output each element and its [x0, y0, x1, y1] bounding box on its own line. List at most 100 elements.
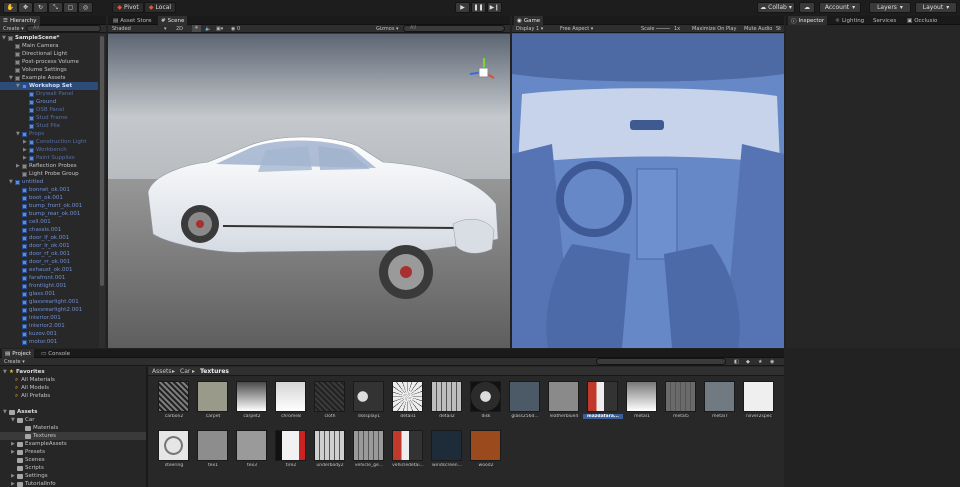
maximize-on-play-toggle[interactable]: Maximize On Play [692, 26, 736, 32]
tab-inspector[interactable]: ⓘ Inspector [788, 16, 828, 25]
tab-game[interactable]: ◉ Game [514, 16, 544, 25]
texture-thumbnail[interactable] [431, 430, 462, 461]
layout-dropdown[interactable]: Layout ▾ [915, 2, 957, 13]
tab-lighting[interactable]: ☼ Lighting [832, 16, 867, 25]
hierarchy-item[interactable]: motor.001 [0, 338, 98, 346]
texture-thumbnail[interactable] [353, 381, 384, 412]
shading-dropdown[interactable]: Shaded [112, 26, 131, 32]
breadcrumb-textures[interactable]: Textures [200, 368, 229, 375]
hierarchy-item[interactable]: door_lr_ok.001 [0, 242, 98, 250]
collab-dropdown[interactable]: ☁ Collab ▾ [757, 2, 795, 13]
hierarchy-item[interactable]: bump_rear_ok.001 [0, 210, 98, 218]
tab-scene[interactable]: # Scene [158, 16, 188, 25]
2d-toggle[interactable]: 2D [176, 26, 183, 32]
folder-item[interactable]: ▼ Car [0, 416, 146, 424]
hierarchy-search-input[interactable]: All [26, 25, 101, 32]
lighting-toggle-icon[interactable]: ☀ [192, 25, 201, 32]
rect-tool-button[interactable]: ▢ [63, 2, 78, 13]
favorite-item[interactable]: ⌕ All Materials [0, 376, 146, 384]
texture-thumbnail[interactable] [587, 381, 618, 412]
hierarchy-item[interactable]: frontlight.001 [0, 282, 98, 290]
tab-console[interactable]: ▭ Console [38, 349, 73, 358]
texture-thumbnail[interactable] [314, 381, 345, 412]
breadcrumb-assets[interactable]: Assets [152, 368, 172, 375]
hierarchy-scrollbar[interactable] [99, 34, 105, 348]
hierarchy-item[interactable]: interior2.001 [0, 322, 98, 330]
folder-item[interactable]: ▶ Presets [0, 448, 146, 456]
texture-thumbnail[interactable] [197, 430, 228, 461]
project-search-input[interactable] [596, 358, 726, 365]
folder-item[interactable]: Materials [0, 424, 146, 432]
texture-thumbnail[interactable] [158, 430, 189, 461]
favorite-item[interactable]: ⌕ All Models [0, 384, 146, 392]
texture-thumbnail[interactable] [314, 430, 345, 461]
transform-tool-button[interactable]: ◎ [78, 2, 93, 13]
hierarchy-item[interactable]: glass.001 [0, 290, 98, 298]
hierarchy-item[interactable]: exhaust_ok.001 [0, 266, 98, 274]
hierarchy-item[interactable]: ▼ Props [0, 130, 98, 138]
texture-thumbnail[interactable] [704, 381, 735, 412]
effects-dropdown-icon[interactable]: ▣▾ [216, 26, 223, 32]
hierarchy-item[interactable]: Drywall Panel [0, 90, 98, 98]
hierarchy-item[interactable]: farafront.001 [0, 274, 98, 282]
hidden-objects-icon[interactable]: ◉ 0 [231, 26, 240, 32]
hierarchy-item[interactable]: Main Camera [0, 42, 98, 50]
hierarchy-item[interactable]: cell.001 [0, 218, 98, 226]
texture-thumbnail[interactable] [275, 430, 306, 461]
texture-thumbnail[interactable] [431, 381, 462, 412]
tab-occlusion[interactable]: ▣ Occlusio [904, 16, 940, 25]
hierarchy-item[interactable]: bump_front_ok.001 [0, 202, 98, 210]
filter-label-icon[interactable]: ◆ [746, 359, 750, 365]
folder-item[interactable]: ▶ ExampleAssets [0, 440, 146, 448]
favorites-header[interactable]: ▼ ★ Favorites [0, 368, 146, 376]
hierarchy-item[interactable]: Ground [0, 98, 98, 106]
rotate-tool-button[interactable]: ↻ [33, 2, 48, 13]
tab-services[interactable]: Services [870, 16, 899, 25]
tab-project[interactable]: ▤ Project [2, 349, 35, 358]
hierarchy-item[interactable]: door_rf_ok.001 [0, 250, 98, 258]
layers-dropdown[interactable]: Layers ▾ [869, 2, 911, 13]
filter-type-icon[interactable]: ◧ [734, 359, 739, 365]
project-create-dropdown[interactable]: Create ▾ [4, 359, 25, 365]
texture-thumbnail[interactable] [275, 381, 306, 412]
texture-thumbnail[interactable] [392, 381, 423, 412]
step-button[interactable]: ▶❙ [487, 2, 502, 13]
texture-thumbnail[interactable] [665, 381, 696, 412]
texture-thumbnail[interactable] [548, 381, 579, 412]
hierarchy-item[interactable]: ▼ Workshop Set [0, 82, 98, 90]
hierarchy-item[interactable]: Volume Settings [0, 66, 98, 74]
hierarchy-item[interactable]: door_lf_ok.001 [0, 234, 98, 242]
hierarchy-item[interactable]: Directional Light [0, 50, 98, 58]
stats-toggle[interactable]: St [776, 26, 781, 32]
texture-thumbnail[interactable] [236, 381, 267, 412]
texture-thumbnail[interactable] [509, 381, 540, 412]
favorite-item[interactable]: ⌕ All Prefabs [0, 392, 146, 400]
folder-item[interactable]: ▶ Settings [0, 472, 146, 480]
play-button[interactable]: ▶ [455, 2, 470, 13]
texture-thumbnail[interactable] [470, 430, 501, 461]
display-dropdown[interactable]: Display 1 ▾ [516, 26, 543, 32]
hierarchy-item[interactable]: ▶ Workbench [0, 146, 98, 154]
scene-viewport[interactable] [108, 34, 510, 348]
tab-hierarchy[interactable]: ☰ Hierarchy [0, 16, 40, 25]
assets-header[interactable]: ▼ Assets [0, 408, 146, 416]
texture-thumbnail[interactable] [158, 381, 189, 412]
hierarchy-item[interactable]: ▶ Construction Light [0, 138, 98, 146]
hierarchy-item[interactable]: OSB Panel [0, 106, 98, 114]
hidden-packages-icon[interactable]: ◉ [770, 359, 774, 365]
move-tool-button[interactable]: ✥ [18, 2, 33, 13]
audio-toggle-icon[interactable]: 🔈 [205, 26, 211, 32]
texture-thumbnail[interactable] [392, 430, 423, 461]
folder-item[interactable]: Textures [0, 432, 146, 440]
tab-asset-store[interactable]: ▤ Asset Store [110, 16, 155, 25]
mute-audio-toggle[interactable]: Mute Audio [744, 26, 772, 32]
hierarchy-item[interactable]: chassis.001 [0, 226, 98, 234]
scale-slider[interactable] [656, 28, 670, 29]
scrollbar-thumb[interactable] [100, 36, 104, 286]
folder-item[interactable]: Scripts [0, 464, 146, 472]
hierarchy-item[interactable]: interior.001 [0, 314, 98, 322]
create-dropdown[interactable]: Create ▾ [3, 26, 24, 32]
hierarchy-item[interactable]: Stud Pile [0, 122, 98, 130]
texture-thumbnail[interactable] [626, 381, 657, 412]
hierarchy-item[interactable]: Post-process Volume [0, 58, 98, 66]
